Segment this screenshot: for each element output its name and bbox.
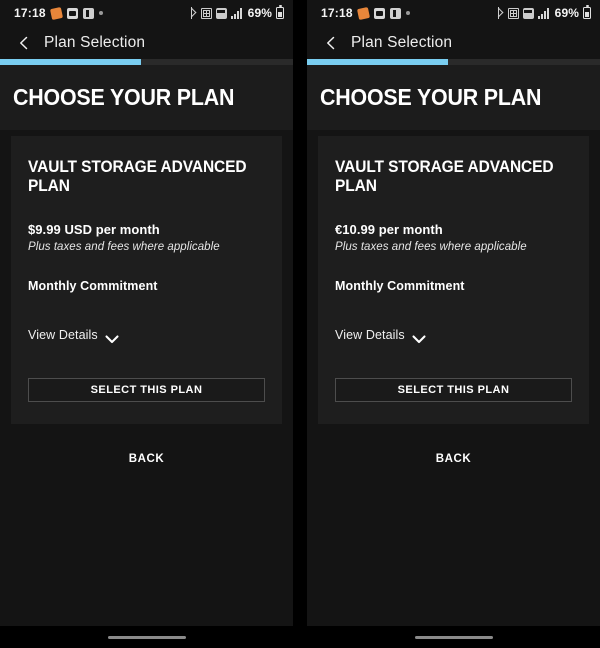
headline-band: CHOOSE YOUR PLAN (0, 65, 293, 130)
bluetooth-icon (493, 7, 504, 19)
progress-bar-fill (307, 59, 448, 65)
view-details-label: View Details (335, 328, 405, 342)
plan-name: VAULT STORAGE ADVANCED PLAN (335, 158, 554, 195)
heart-app-icon (49, 6, 63, 20)
app-bar: Plan Selection (0, 26, 293, 59)
status-bar-left: 17:18 (14, 6, 103, 20)
progress-bar-track (0, 59, 293, 65)
photo-app-icon (373, 7, 385, 19)
signal-icon (230, 7, 244, 19)
status-bar: 17:18 69% (307, 0, 600, 26)
music-app-icon (82, 7, 94, 19)
battery-percent-label: 69% (554, 6, 579, 20)
battery-percent-label: 69% (247, 6, 272, 20)
chevron-left-icon[interactable] (323, 35, 339, 51)
status-bar-right: 69% (493, 5, 591, 20)
bluetooth-icon (186, 7, 197, 19)
back-button[interactable]: BACK (422, 447, 486, 471)
plan-tax-note: Plus taxes and fees where applicable (335, 241, 527, 253)
progress-bar-fill (0, 59, 141, 65)
back-button[interactable]: BACK (115, 447, 179, 471)
screen-divider (293, 0, 307, 648)
battery-icon (583, 5, 591, 19)
headline-text: CHOOSE YOUR PLAN (13, 84, 235, 110)
signal-icon (537, 7, 551, 19)
phone-screen-usd: 17:18 69% Plan Selection CHOOSE YOUR PLA… (0, 0, 293, 648)
notification-dot-icon (405, 11, 410, 15)
battery-icon (276, 5, 284, 19)
screenshot-comparison-pair: 17:18 69% Plan Selection CHOOSE YOUR PLA… (0, 0, 600, 648)
plan-card: VAULT STORAGE ADVANCED PLAN €10.99 per m… (318, 136, 589, 424)
view-details-label: View Details (28, 328, 98, 342)
select-this-plan-button[interactable]: SELECT THIS PLAN (335, 378, 572, 402)
progress-bar-track (307, 59, 600, 65)
status-bar-clock: 17:18 (321, 6, 353, 20)
view-details-toggle[interactable]: View Details (335, 328, 426, 343)
badge-icon (215, 7, 227, 19)
headline-text: CHOOSE YOUR PLAN (320, 84, 542, 110)
home-indicator[interactable] (414, 635, 493, 639)
status-bar-left: 17:18 (321, 6, 410, 20)
phone-screen-eur: 17:18 69% Plan Selection CHOOSE YOUR PLA… (307, 0, 600, 648)
music-app-icon (389, 7, 401, 19)
app-bar: Plan Selection (307, 26, 600, 59)
chevron-left-icon[interactable] (16, 35, 32, 51)
status-bar: 17:18 69% (0, 0, 293, 26)
gesture-nav-area (0, 626, 293, 648)
view-details-toggle[interactable]: View Details (28, 328, 119, 343)
plan-tax-note: Plus taxes and fees where applicable (28, 241, 220, 253)
plan-price: €10.99 per month (335, 222, 443, 237)
content-area: VAULT STORAGE ADVANCED PLAN $9.99 USD pe… (0, 130, 293, 626)
page-title: Plan Selection (351, 33, 453, 51)
status-bar-right: 69% (186, 5, 284, 20)
badge-icon (522, 7, 534, 19)
photo-app-icon (66, 7, 78, 19)
chevron-down-icon (412, 331, 426, 343)
status-bar-clock: 17:18 (14, 6, 46, 20)
page-title: Plan Selection (44, 33, 146, 51)
headline-band: CHOOSE YOUR PLAN (307, 65, 600, 130)
content-area: VAULT STORAGE ADVANCED PLAN €10.99 per m… (307, 130, 600, 626)
qr-icon (200, 7, 212, 19)
plan-commitment: Monthly Commitment (335, 279, 465, 293)
notification-dot-icon (98, 11, 103, 15)
qr-icon (507, 7, 519, 19)
plan-name: VAULT STORAGE ADVANCED PLAN (28, 158, 247, 195)
heart-app-icon (356, 6, 370, 20)
select-this-plan-button[interactable]: SELECT THIS PLAN (28, 378, 265, 402)
home-indicator[interactable] (107, 635, 186, 639)
plan-commitment: Monthly Commitment (28, 279, 158, 293)
plan-price: $9.99 USD per month (28, 222, 160, 237)
chevron-down-icon (105, 331, 119, 343)
plan-card: VAULT STORAGE ADVANCED PLAN $9.99 USD pe… (11, 136, 282, 424)
gesture-nav-area (307, 626, 600, 648)
